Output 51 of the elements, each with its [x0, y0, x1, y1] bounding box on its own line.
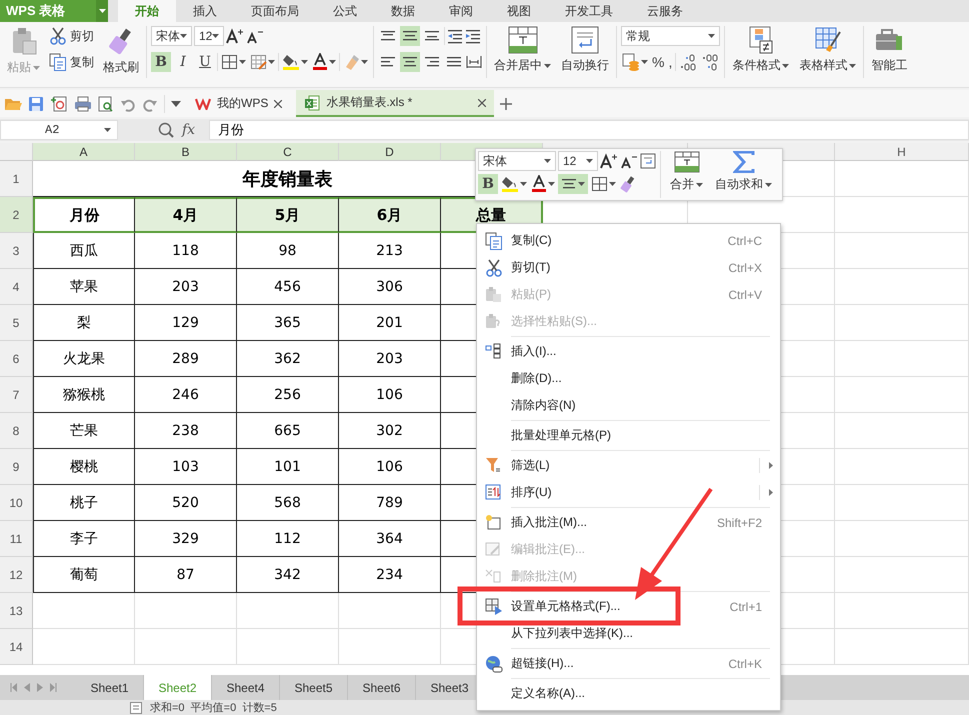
table-cell: 101 — [237, 449, 339, 485]
table-cell: 289 — [135, 341, 237, 377]
table-cell: 364 — [339, 521, 441, 557]
table-cell: 129 — [135, 305, 237, 341]
table-cell: 106 — [339, 449, 441, 485]
table-cell: 猕猴桃 — [33, 377, 135, 413]
table-cell: 203 — [135, 269, 237, 305]
table-cell: 103 — [135, 449, 237, 485]
table-cell: 329 — [135, 521, 237, 557]
table-cell: 106 — [339, 377, 441, 413]
table-cell: 306 — [339, 269, 441, 305]
table-cell: 246 — [135, 377, 237, 413]
table-cell: 665 — [237, 413, 339, 449]
table-cell: 火龙果 — [33, 341, 135, 377]
table-cell: 樱桃 — [33, 449, 135, 485]
shortcut-label: Ctrl+C — [728, 234, 762, 248]
table-cell: 87 — [135, 557, 237, 593]
shortcut-label: Ctrl+X — [728, 260, 762, 274]
table-cell: 256 — [237, 377, 339, 413]
table-cell: 789 — [339, 485, 441, 521]
table-cell: 201 — [339, 305, 441, 341]
table-cell: 4月 — [135, 197, 237, 233]
table-cell: 238 — [135, 413, 237, 449]
table-cell: 葡萄 — [33, 557, 135, 593]
table-cell: 118 — [135, 233, 237, 269]
shortcut-label: Shift+F2 — [716, 516, 762, 530]
table-cell: 梨 — [33, 305, 135, 341]
table-cell: 568 — [237, 485, 339, 521]
table-cell: 234 — [339, 557, 441, 593]
table-cell: 362 — [237, 341, 339, 377]
shortcut-label: Ctrl+K — [728, 656, 762, 670]
table-cell: 365 — [237, 305, 339, 341]
table-cell: 112 — [237, 521, 339, 557]
table-cell: 芒果 — [33, 413, 135, 449]
shortcut-label: Ctrl+V — [728, 288, 762, 302]
table-cell: 6月 — [339, 197, 441, 233]
table-cell: 桃子 — [33, 485, 135, 521]
table-cell: 5月 — [237, 197, 339, 233]
shortcut-label: Ctrl+1 — [730, 600, 762, 614]
table-cell: 苹果 — [33, 269, 135, 305]
table-cell: 西瓜 — [33, 233, 135, 269]
table-cell: 203 — [339, 341, 441, 377]
table-cell: 302 — [339, 413, 441, 449]
table-cell: 342 — [237, 557, 339, 593]
table-cell: 456 — [237, 269, 339, 305]
table-cell: 213 — [339, 233, 441, 269]
status-summary: 求和=0 平均值=0 计数=5 — [150, 701, 277, 715]
table-cell: 98 — [237, 233, 339, 269]
table-cell: 李子 — [33, 521, 135, 557]
table-cell: 月份 — [33, 197, 135, 233]
table-cell: 520 — [135, 485, 237, 521]
